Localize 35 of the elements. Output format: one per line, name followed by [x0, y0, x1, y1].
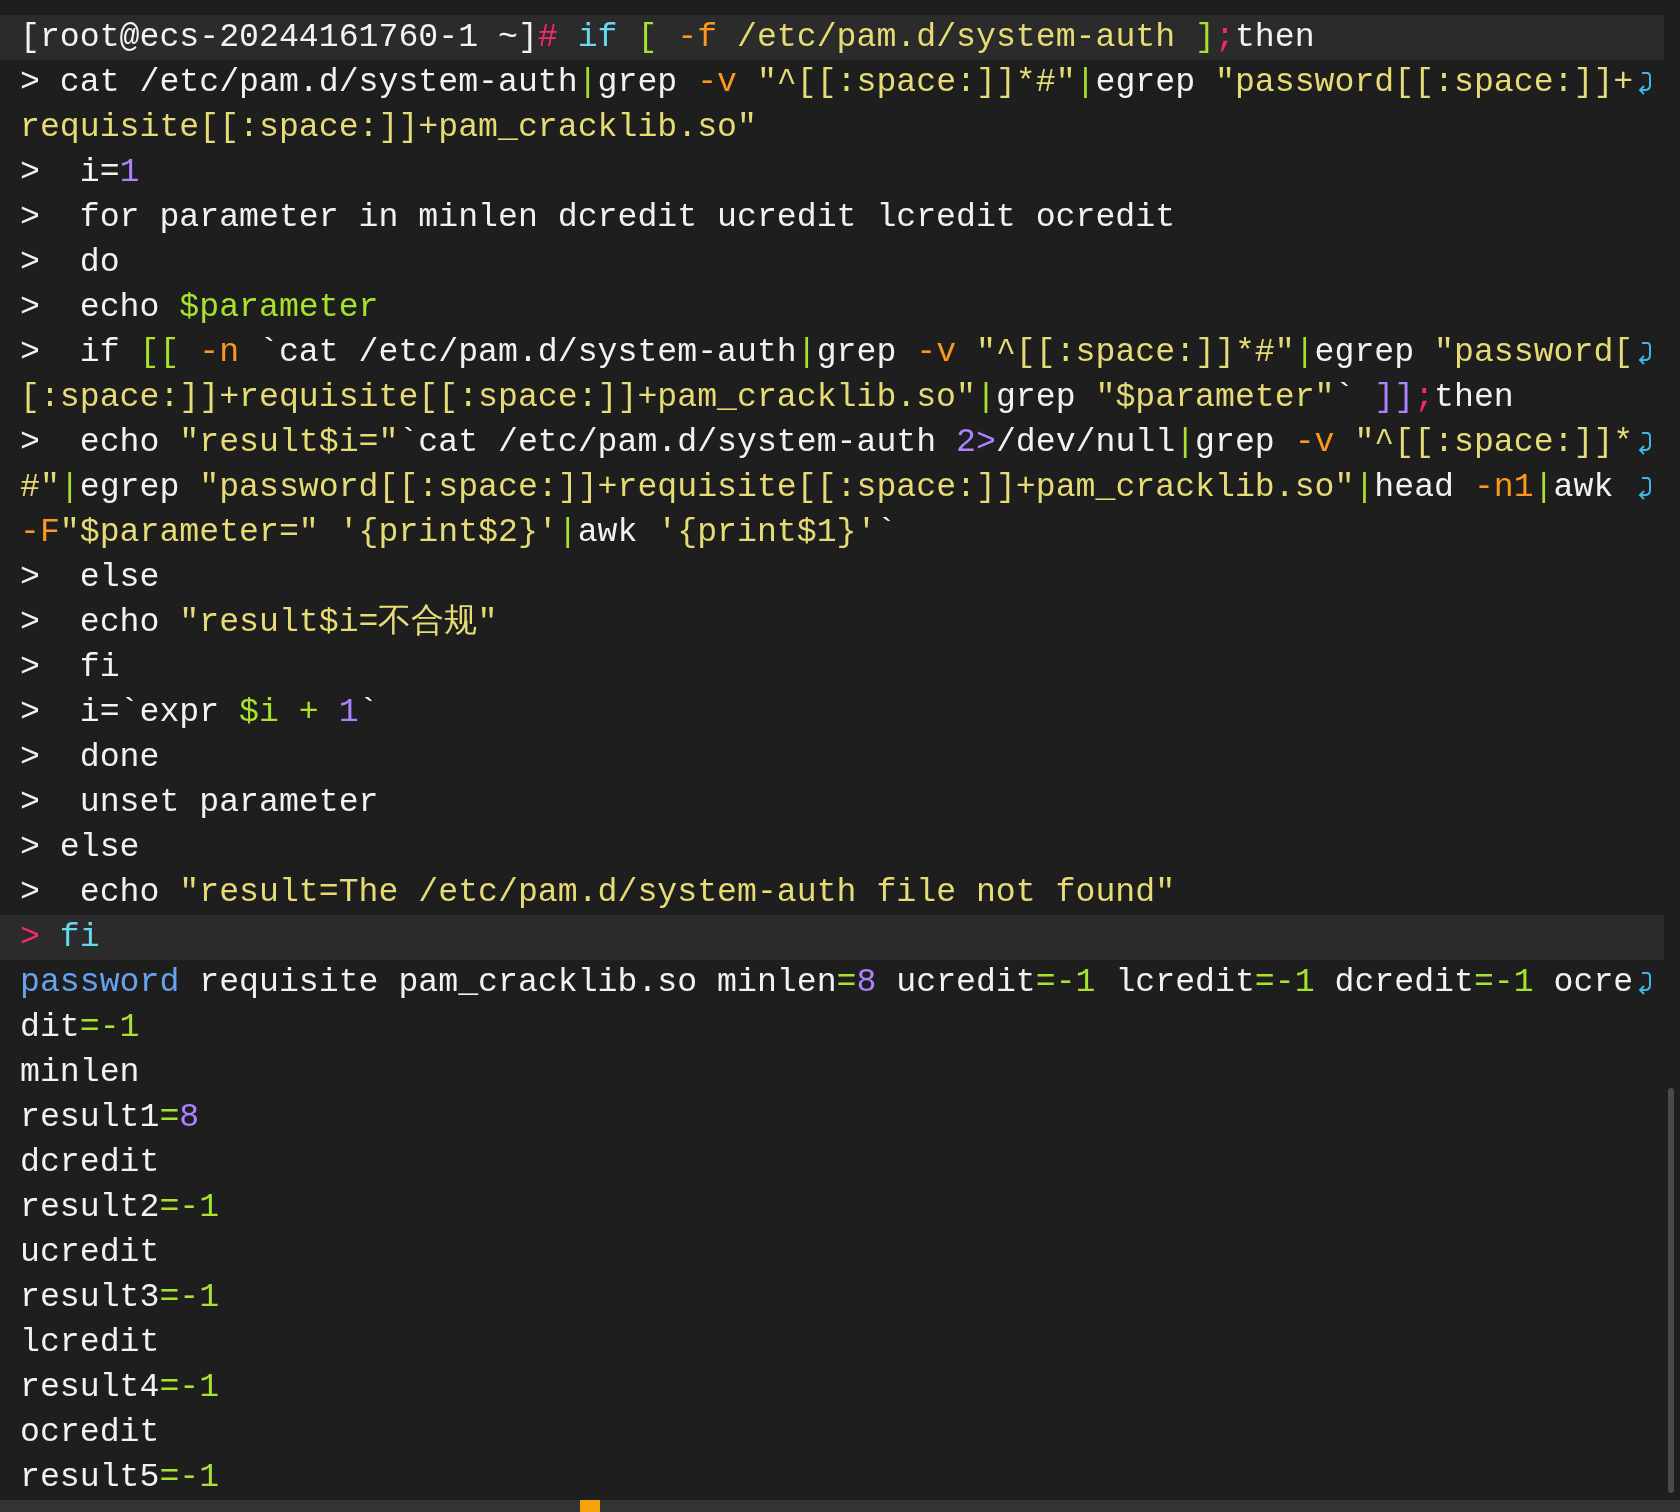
terminal-line: password requisite pam_cracklib.so minlen=8 ucredit=-1 lcredit=-1 dcredit=-1 ocre [20, 962, 1634, 1003]
terminal-line: result3=-1 [20, 1277, 220, 1318]
terminal-line: > unset parameter [20, 782, 379, 823]
terminal-line: > done [20, 737, 160, 778]
terminal-line: > fi [20, 917, 100, 958]
terminal-line: minlen [20, 1052, 140, 1093]
terminal-line: > echo $parameter [20, 287, 379, 328]
terminal-line: > echo "result$i=不合规" [20, 602, 498, 643]
terminal-line: > i=1 [20, 152, 140, 193]
terminal-line: result1=8 [20, 1097, 200, 1138]
terminal-line: result4=-1 [20, 1367, 220, 1408]
terminal-line: > fi [20, 647, 120, 688]
terminal-line: #"|egrep "password[[:space:]]+requisite[[:space:]]+pam_cracklib.so"|head -n1|awk [20, 467, 1614, 508]
terminal-line: requisite[[:space:]]+pam_cracklib.so" [20, 107, 757, 148]
terminal-line: > else [20, 557, 160, 598]
terminal-line: [root@ecs-20244161760-1 ~]# if [ -f /etc/pam.d/system-auth ];then [20, 17, 1315, 58]
terminal-line: > echo "result=The /etc/pam.d/system-auth file not found" [20, 872, 1176, 913]
terminal-line: result2=-1 [20, 1187, 220, 1228]
terminal-line: > for parameter in minlen dcredit ucredit lcredit ocredit [20, 197, 1176, 238]
scrollbar[interactable] [1668, 1088, 1674, 1493]
terminal-line: dit=-1 [20, 1007, 140, 1048]
terminal-line: lcredit [20, 1322, 160, 1363]
terminal-line: > else [20, 827, 140, 868]
terminal-line: -F"$parameter=" '{print$2}'|awk '{print$1}'` [20, 512, 897, 553]
terminal-line: ucredit [20, 1232, 160, 1273]
terminal-line: ocredit [20, 1412, 160, 1453]
cursor [580, 1500, 600, 1512]
terminal-line: > i=`expr $i + 1` [20, 692, 379, 733]
terminal-line: > cat /etc/pam.d/system-auth|grep -v "^[[:space:]]*#"|egrep "password[[:space:]]+ [20, 62, 1634, 103]
terminal-line: result5=-1 [20, 1457, 220, 1498]
terminal-line: [:space:]]+requisite[[:space:]]+pam_cracklib.so"|grep "$parameter"` ]];then [20, 377, 1514, 418]
terminal-line: > echo "result$i="`cat /etc/pam.d/system-auth 2>/dev/null|grep -v "^[[:space:]]* [20, 422, 1634, 463]
terminal-line: > if [[ -n `cat /etc/pam.d/system-auth|grep -v "^[[:space:]]*#"|egrep "password[ [20, 332, 1634, 373]
terminal-line: dcredit [20, 1142, 160, 1183]
terminal-line: > do [20, 242, 120, 283]
